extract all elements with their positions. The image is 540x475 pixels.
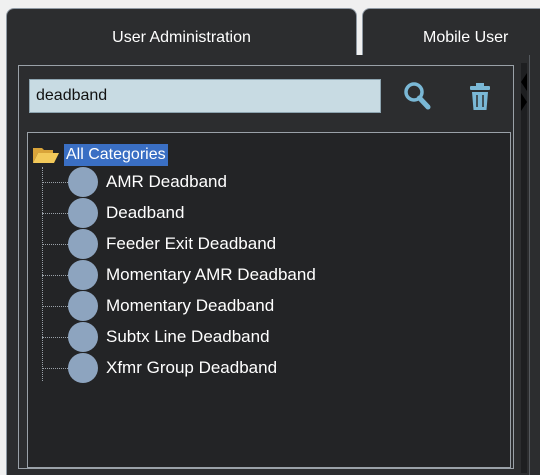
tree-item[interactable]: Subtx Line Deadband xyxy=(42,322,270,352)
tree-connector xyxy=(42,181,70,183)
circle-node-icon xyxy=(68,198,98,228)
tree-connector xyxy=(42,243,70,245)
collapse-left-icon[interactable] xyxy=(521,73,527,91)
tree-item[interactable]: Momentary AMR Deadband xyxy=(42,260,316,290)
tree-item-label: Momentary Deadband xyxy=(106,296,275,315)
search-button[interactable] xyxy=(400,79,434,113)
tree-connector xyxy=(42,367,70,369)
tab-bar: User Administration Mobile User xyxy=(0,0,540,63)
circle-node-icon xyxy=(68,322,98,352)
tree-root-label: All Categories xyxy=(64,144,168,166)
search-input[interactable] xyxy=(29,79,381,113)
tree-connector xyxy=(42,212,70,214)
tree-item[interactable]: Xfmr Group Deadband xyxy=(42,353,277,383)
tree-item-label: Subtx Line Deadband xyxy=(106,327,270,346)
search-icon xyxy=(404,82,431,110)
tree-connector xyxy=(42,305,70,307)
tree-connector xyxy=(42,274,70,276)
expand-right-icon[interactable] xyxy=(521,93,527,111)
tree-item-label: Xfmr Group Deadband xyxy=(106,358,278,377)
tree-item[interactable]: AMR Deadband xyxy=(42,167,227,197)
delete-button[interactable] xyxy=(465,79,495,113)
folder-open-icon xyxy=(33,148,59,163)
tree-root[interactable]: All Categories xyxy=(32,143,168,167)
tab-label: Mobile User xyxy=(423,28,509,46)
tab-mobile-user[interactable]: Mobile User xyxy=(362,8,540,62)
tree-connector xyxy=(42,336,70,338)
category-tree: All Categories AMR Deadband Deadband Fee… xyxy=(27,132,511,468)
trash-icon xyxy=(470,83,490,110)
circle-node-icon xyxy=(68,229,98,259)
tree-item-label: Deadband xyxy=(106,203,185,222)
tree-item-label: Feeder Exit Deadband xyxy=(106,234,277,253)
tab-label: User Administration xyxy=(112,29,251,46)
tree-item-label: AMR Deadband xyxy=(106,172,227,191)
tree-item[interactable]: Deadband xyxy=(42,198,184,228)
circle-node-icon xyxy=(68,167,98,197)
circle-node-icon xyxy=(68,260,98,290)
category-panel: All Categories AMR Deadband Deadband Fee… xyxy=(18,65,514,469)
splitter[interactable] xyxy=(521,63,527,473)
circle-node-icon xyxy=(68,353,98,383)
right-panel xyxy=(529,55,540,475)
tree-item[interactable]: Momentary Deadband xyxy=(42,291,274,321)
tree-item-label: Momentary AMR Deadband xyxy=(106,265,316,284)
split-pane-edge xyxy=(518,55,540,475)
tree-item[interactable]: Feeder Exit Deadband xyxy=(42,229,276,259)
circle-node-icon xyxy=(68,291,98,321)
